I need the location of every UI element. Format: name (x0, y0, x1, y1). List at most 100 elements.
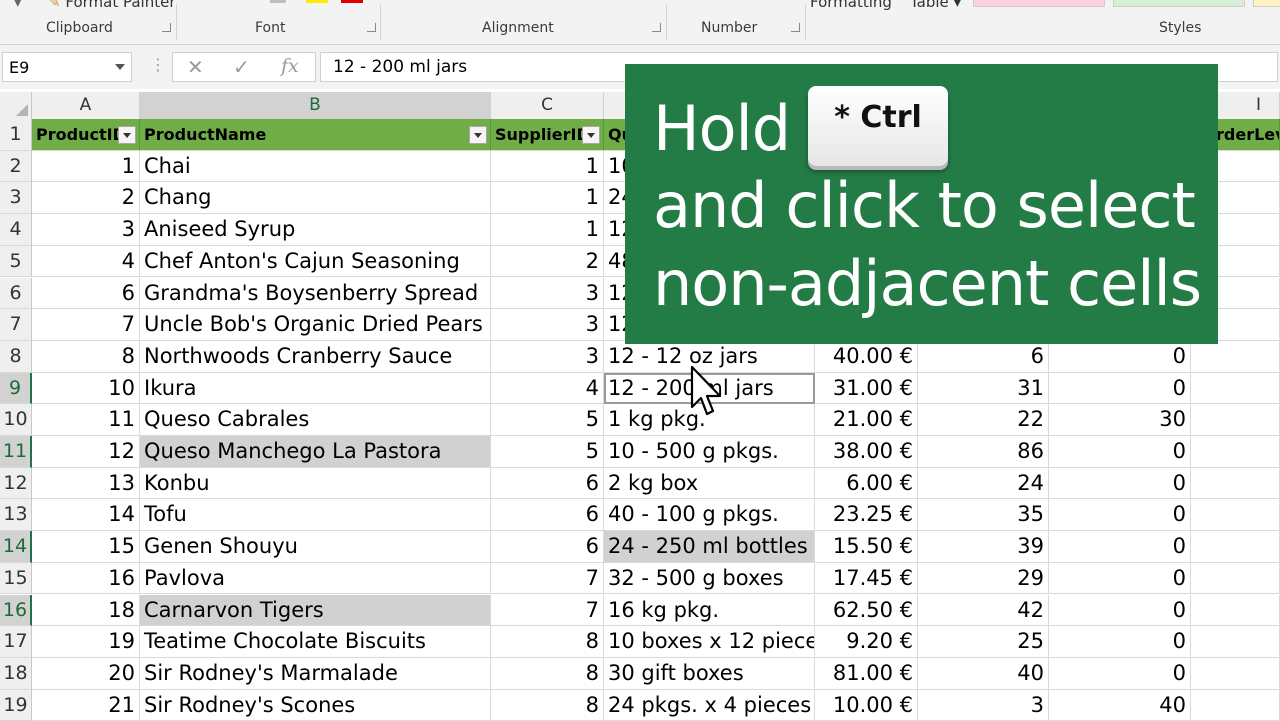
cell-extra[interactable] (1191, 467, 1280, 500)
font-color-swatch[interactable] (341, 0, 363, 3)
cell-id[interactable]: 12 (32, 436, 140, 468)
cell-stock[interactable]: 42 (918, 594, 1049, 627)
cell-name[interactable]: Chai (140, 150, 491, 183)
cell-id[interactable]: 3 (32, 214, 140, 246)
cell-sup[interactable]: 7 (491, 594, 604, 627)
cell-name[interactable]: Teatime Chocolate Biscuits (140, 626, 491, 658)
row-number[interactable]: 16 (0, 594, 32, 627)
cell-name[interactable]: Pavlova (140, 562, 491, 595)
cell-qty[interactable]: 16 kg pkg. (604, 594, 815, 627)
cell-id[interactable]: 18 (32, 594, 140, 627)
cell-price[interactable]: 10.00 € (815, 689, 918, 721)
row-number[interactable]: 14 (0, 531, 32, 563)
row-number[interactable]: 13 (0, 499, 32, 532)
cell-reorder[interactable]: 0 (1049, 657, 1191, 690)
enter-icon[interactable]: ✓ (233, 55, 250, 79)
row-number[interactable]: 7 (0, 309, 32, 341)
cell-id[interactable]: 13 (32, 467, 140, 500)
row-number[interactable]: 6 (0, 277, 32, 310)
cell-sup[interactable]: 8 (491, 626, 604, 658)
cell-name[interactable]: Uncle Bob's Organic Dried Pears (140, 309, 491, 341)
cell-extra[interactable] (1191, 372, 1280, 405)
row-number[interactable]: 18 (0, 657, 32, 690)
insert-function-icon[interactable]: fx (281, 55, 299, 77)
row-number[interactable]: 2 (0, 150, 32, 183)
chevron-down-icon[interactable] (115, 64, 125, 70)
cell-extra[interactable] (1191, 404, 1280, 436)
row-number[interactable]: 17 (0, 626, 32, 658)
column-header-a[interactable]: A (32, 92, 140, 119)
style-good[interactable] (1113, 0, 1245, 7)
cancel-icon[interactable]: ✕ (187, 55, 204, 79)
row-number[interactable]: 11 (0, 436, 32, 468)
cell-sup[interactable]: 6 (491, 467, 604, 500)
cell-id[interactable]: 21 (32, 689, 140, 721)
cell-qty[interactable]: 10 - 500 g pkgs. (604, 436, 815, 468)
cell-extra[interactable] (1191, 594, 1280, 627)
cell-id[interactable]: 14 (32, 499, 140, 532)
cell-sup[interactable]: 3 (491, 277, 604, 310)
cell-price[interactable]: 17.45 € (815, 562, 918, 595)
format-painter-button[interactable]: ✎ Format Painter (48, 0, 176, 11)
cell-price[interactable]: 6.00 € (815, 467, 918, 500)
cell-extra[interactable] (1191, 499, 1280, 532)
cell-price[interactable]: 31.00 € (815, 372, 918, 405)
cell-qty[interactable]: 24 pkgs. x 4 pieces (604, 689, 815, 721)
cell-sup[interactable]: 4 (491, 372, 604, 405)
cell-sup[interactable]: 5 (491, 436, 604, 468)
cell-name[interactable]: Ikura (140, 372, 491, 405)
cell-name[interactable]: Carnarvon Tigers (140, 594, 491, 627)
cell-name[interactable]: Tofu (140, 499, 491, 532)
row-number[interactable]: 5 (0, 245, 32, 278)
highlight-color-swatch[interactable] (306, 0, 328, 3)
cell-qty[interactable]: 40 - 100 g pkgs. (604, 499, 815, 532)
cell-stock[interactable]: 29 (918, 562, 1049, 595)
row-number[interactable]: 1 (0, 119, 32, 151)
number-launcher-icon[interactable] (791, 23, 800, 32)
cell-stock[interactable]: 31 (918, 372, 1049, 405)
row-number[interactable]: 15 (0, 562, 32, 595)
cell-qty[interactable]: 24 - 250 ml bottles (604, 531, 815, 563)
cell-sup[interactable]: 5 (491, 404, 604, 436)
cell-name[interactable]: Sir Rodney's Marmalade (140, 657, 491, 690)
cell-price[interactable]: 15.50 € (815, 531, 918, 563)
header-productid[interactable]: ProductID (32, 119, 140, 151)
row-number[interactable]: 3 (0, 182, 32, 215)
paste-dropdown-icon[interactable]: ▾ (14, 0, 22, 11)
style-neutral[interactable] (1253, 0, 1280, 7)
cell-name[interactable]: Genen Shouyu (140, 531, 491, 563)
cell-price[interactable]: 62.50 € (815, 594, 918, 627)
cell-id[interactable]: 6 (32, 277, 140, 310)
cell-qty[interactable]: 30 gift boxes (604, 657, 815, 690)
more-options-icon[interactable]: ⋮ (150, 55, 166, 74)
cell-id[interactable]: 8 (32, 340, 140, 373)
cell-stock[interactable]: 3 (918, 689, 1049, 721)
cell-extra[interactable] (1191, 562, 1280, 595)
row-number[interactable]: 8 (0, 340, 32, 373)
cell-reorder[interactable]: 0 (1049, 340, 1191, 373)
font-launcher-icon[interactable] (367, 23, 376, 32)
cell-price[interactable]: 21.00 € (815, 404, 918, 436)
cell-reorder[interactable]: 30 (1049, 404, 1191, 436)
cell-qty[interactable]: 32 - 500 g boxes (604, 562, 815, 595)
cell-reorder[interactable]: 0 (1049, 594, 1191, 627)
cell-stock[interactable]: 24 (918, 467, 1049, 500)
cell-stock[interactable]: 22 (918, 404, 1049, 436)
cell-name[interactable]: Konbu (140, 467, 491, 500)
cell-sup[interactable]: 6 (491, 531, 604, 563)
row-number[interactable]: 12 (0, 467, 32, 500)
cell-extra[interactable] (1191, 436, 1280, 468)
cell-sup[interactable]: 3 (491, 340, 604, 373)
cell-extra[interactable] (1191, 657, 1280, 690)
cell-reorder[interactable]: 0 (1049, 499, 1191, 532)
cell-reorder[interactable]: 0 (1049, 436, 1191, 468)
conditional-formatting-button[interactable]: Formatting (810, 0, 892, 11)
header-supplierid[interactable]: SupplierID (491, 119, 604, 151)
cell-sup[interactable]: 1 (491, 214, 604, 246)
cell-qty[interactable]: 2 kg box (604, 467, 815, 500)
cell-name[interactable]: Queso Cabrales (140, 404, 491, 436)
cell-id[interactable]: 7 (32, 309, 140, 341)
header-productname[interactable]: ProductName (140, 119, 491, 151)
column-header-b[interactable]: B (140, 92, 491, 119)
cell-price[interactable]: 23.25 € (815, 499, 918, 532)
